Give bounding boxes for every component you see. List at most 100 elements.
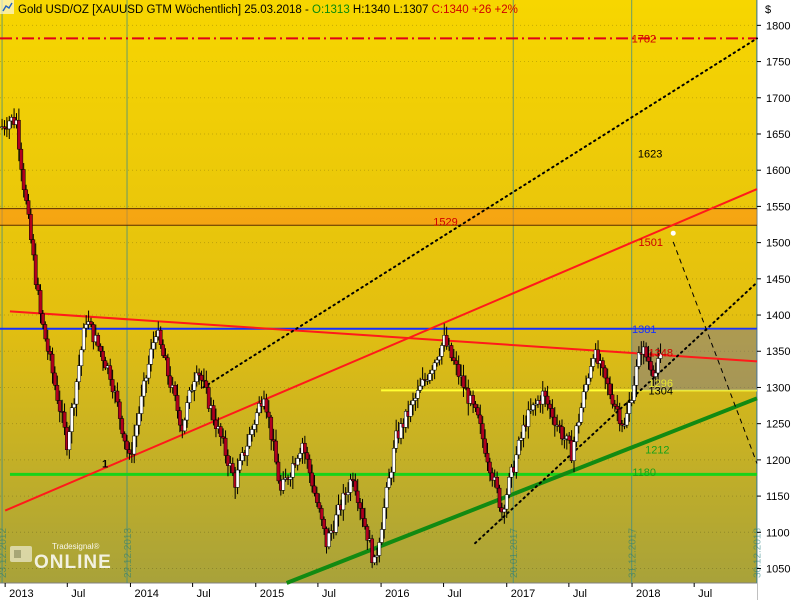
candle-body [230, 463, 235, 474]
candle-body [166, 357, 170, 377]
candle-body [584, 384, 588, 393]
candle-body [519, 437, 523, 441]
candle-body [408, 404, 413, 417]
candle-body [473, 403, 478, 408]
candle-body [317, 502, 322, 509]
candle-body [276, 461, 281, 482]
candle-body [502, 508, 507, 513]
candle-body [615, 406, 620, 410]
level-annotation: 1623 [638, 149, 662, 161]
candle-body [586, 377, 591, 385]
candle-body [591, 358, 596, 367]
candle-body [163, 355, 168, 359]
candle-body [363, 518, 367, 527]
price-tick-label: 1150 [766, 491, 790, 503]
candle-body [122, 433, 127, 442]
candle-body [274, 440, 278, 463]
candle-body [605, 377, 610, 385]
candle-body [110, 379, 115, 393]
level-annotation: 1501 [639, 237, 663, 249]
candle-body [247, 434, 252, 447]
date-tick-label: Jul [197, 588, 211, 600]
price-axis [757, 0, 800, 600]
price-tick-label: 1700 [766, 93, 790, 105]
candle-body [254, 412, 259, 425]
candle-body [567, 435, 572, 441]
candle-body [223, 437, 228, 456]
year-end-marker-label: 31.12.2017 [628, 528, 639, 578]
candle-body [238, 460, 242, 471]
price-tick-label: 1450 [766, 274, 790, 286]
date-tick-label: 2014 [134, 588, 158, 600]
year-end-marker-label: 30.12.2018 [753, 528, 764, 578]
candle-body [290, 463, 295, 478]
price-tick-label: 1400 [766, 310, 790, 322]
candle-body [483, 438, 487, 454]
date-tick-label: 2013 [9, 588, 33, 600]
price-tick-label: 1250 [766, 419, 790, 431]
candle-body [69, 407, 74, 432]
candle-body [206, 387, 211, 409]
candle-body [79, 349, 84, 366]
candle-body [132, 435, 137, 455]
level-annotation: 1 [102, 459, 108, 471]
candle-body [384, 487, 389, 508]
candle-body [178, 410, 182, 426]
candle-body [579, 407, 584, 423]
candle-body [185, 402, 189, 421]
price-tick-label: 1350 [766, 346, 790, 358]
candle-body [29, 214, 33, 240]
price-axis-unit: $ [765, 4, 771, 16]
candle-body [341, 492, 346, 511]
candle-body [53, 372, 57, 386]
candle-body [516, 440, 521, 456]
candle-body [192, 381, 197, 391]
candle-body [588, 366, 593, 379]
candle-body [617, 408, 622, 424]
candle-body [495, 477, 499, 489]
candle-body [545, 395, 550, 405]
level-annotation: 1782 [632, 33, 656, 45]
projection-marker [670, 230, 676, 236]
candle-body [550, 408, 555, 418]
candle-body [269, 416, 274, 440]
candle-body [115, 390, 120, 403]
logo-main-text: ONLINE [34, 552, 112, 573]
price-tick-label: 1650 [766, 129, 790, 141]
candle-body [17, 119, 21, 150]
candle-body [89, 321, 93, 325]
candle-body [629, 400, 634, 403]
candle-body [235, 469, 240, 488]
candle-body [637, 352, 641, 367]
candle-body [391, 448, 396, 473]
candle-body [601, 360, 605, 369]
candle-body [358, 502, 362, 509]
candle-body [31, 239, 36, 256]
candle-body [307, 458, 312, 474]
candle-body [603, 367, 608, 379]
date-tick-label: Jul [322, 588, 336, 600]
candle-body [182, 419, 187, 432]
plot-area [0, 0, 757, 583]
candle-body [435, 359, 439, 364]
price-tick-label: 1300 [766, 382, 790, 394]
candle-body [322, 519, 326, 529]
header-open: O:1313 [312, 4, 350, 16]
candle-body [471, 395, 475, 405]
candle-body [62, 411, 67, 428]
candle-body [125, 440, 129, 450]
candle-body [644, 346, 648, 358]
candle-body [45, 338, 50, 352]
price-tick-label: 1800 [766, 20, 790, 32]
price-tick-label: 1050 [766, 564, 790, 576]
candle-body [281, 479, 286, 491]
candle-body [21, 169, 26, 190]
candle-body [488, 461, 492, 474]
candle-body [319, 508, 324, 520]
candle-body [377, 542, 382, 556]
candle-body [72, 403, 77, 408]
candle-body [218, 426, 223, 437]
candle-body [478, 414, 483, 424]
candle-body [379, 529, 384, 543]
level-annotation: 1180 [632, 467, 656, 479]
